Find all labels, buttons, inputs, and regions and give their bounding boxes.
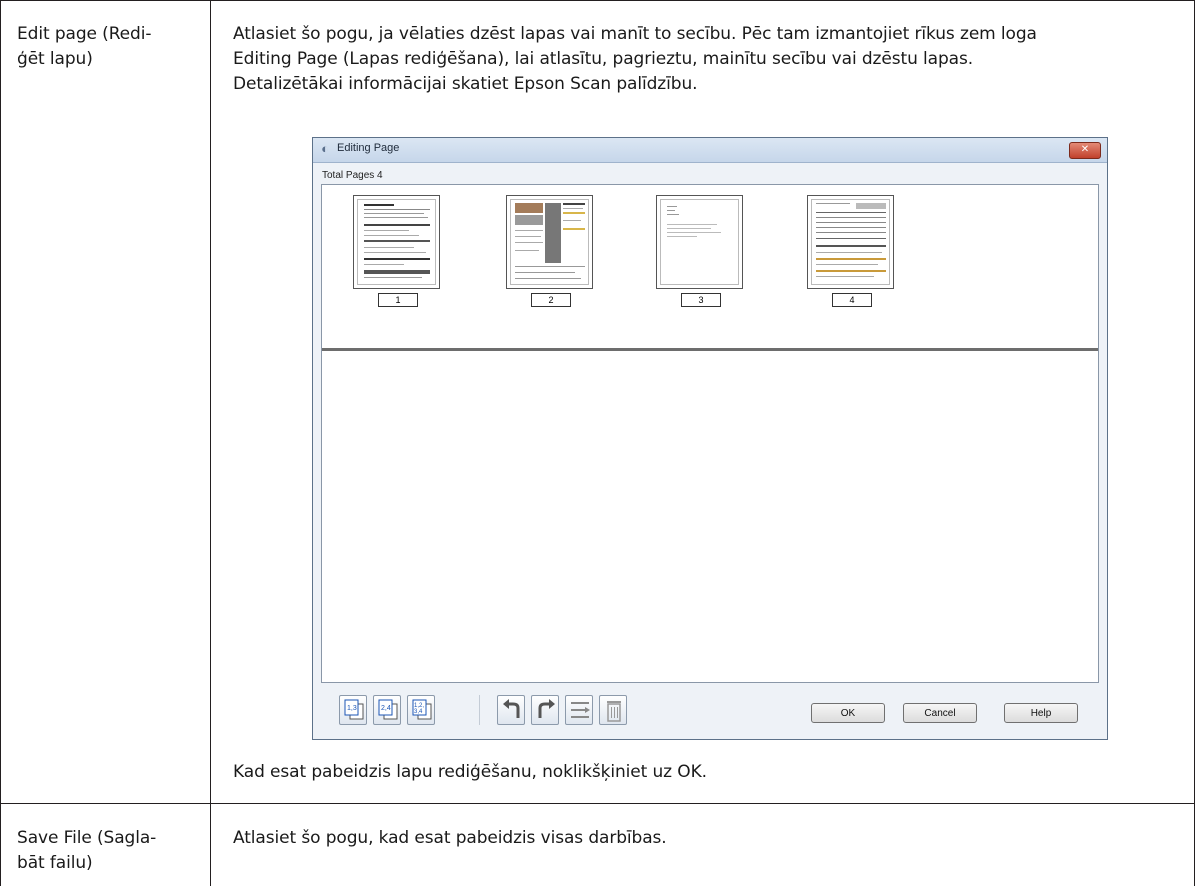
delete-page-button[interactable]	[599, 695, 627, 725]
dialog-toolbar: 1,3 2,4 1,2, 3,4 OK Cancel Help	[313, 683, 1107, 739]
page-thumbnail[interactable]	[807, 195, 894, 289]
select-all-pages-button[interactable]: 1,2, 3,4	[407, 695, 435, 725]
editing-page-dialog: ◐ Editing Page ✕ Total Pages 4 1 2 3 4 1…	[312, 137, 1108, 740]
page-preview	[510, 199, 589, 285]
svg-text:1,3: 1,3	[347, 705, 357, 712]
total-pages-label: Total Pages 4	[322, 170, 383, 181]
delete-icon	[607, 701, 621, 722]
table-top-border	[0, 0, 1195, 1]
page-thumbnail[interactable]	[353, 195, 440, 289]
toolbar-separator	[479, 695, 480, 725]
page-number-box: 3	[681, 293, 721, 307]
row-footer-text: Kad esat pabeidzis lapu rediģēšanu, nokl…	[233, 762, 707, 782]
dialog-titlebar: ◐ Editing Page ✕	[313, 138, 1107, 163]
row-divider	[0, 803, 1195, 804]
select-odd-pages-button[interactable]: 1,3	[339, 695, 367, 725]
rotate-right-button[interactable]	[531, 695, 559, 725]
page-thumbnail-area: 1 2 3 4	[321, 184, 1099, 683]
column-divider	[210, 0, 211, 886]
select-odd-pages-icon: 1,3	[344, 699, 364, 720]
page-number-box: 2	[531, 293, 571, 307]
svg-text:2,4: 2,4	[381, 705, 391, 712]
page-preview	[811, 199, 890, 285]
reorder-pages-button[interactable]	[565, 695, 593, 725]
select-even-pages-icon: 2,4	[378, 699, 398, 720]
ok-button[interactable]: OK	[811, 703, 885, 723]
svg-text:3,4: 3,4	[414, 709, 423, 715]
select-all-pages-icon: 1,2, 3,4	[412, 699, 432, 720]
table-left-border	[0, 0, 1, 886]
rotate-right-icon	[538, 699, 555, 718]
help-button[interactable]: Help	[1004, 703, 1078, 723]
select-even-pages-button[interactable]: 2,4	[373, 695, 401, 725]
row-label-save-file: Save File (Sagla- bāt failu)	[17, 828, 157, 873]
page-number-box: 4	[832, 293, 872, 307]
close-button[interactable]: ✕	[1069, 142, 1101, 159]
rotate-left-button[interactable]	[497, 695, 525, 725]
row-description-save-file: Atlasiet šo pogu, kad esat pabeidzis vis…	[233, 828, 667, 848]
page-thumbnail[interactable]	[506, 195, 593, 289]
reorder-icon	[571, 702, 590, 718]
page-thumbnail[interactable]	[656, 195, 743, 289]
row-description-edit-page: Atlasiet šo pogu, ja vēlaties dzēst lapa…	[233, 24, 1037, 94]
page-preview	[660, 199, 739, 285]
rotate-left-icon	[503, 699, 520, 718]
dialog-title: Editing Page	[337, 142, 400, 154]
page-preview	[357, 199, 436, 285]
cancel-button[interactable]: Cancel	[903, 703, 977, 723]
row-label-edit-page: Edit page (Redi- ģēt lapu)	[17, 24, 152, 69]
scanner-app-icon: ◐	[321, 141, 329, 156]
close-icon: ✕	[1080, 144, 1090, 155]
page-number-box: 1	[378, 293, 418, 307]
strip-divider	[322, 348, 1098, 351]
